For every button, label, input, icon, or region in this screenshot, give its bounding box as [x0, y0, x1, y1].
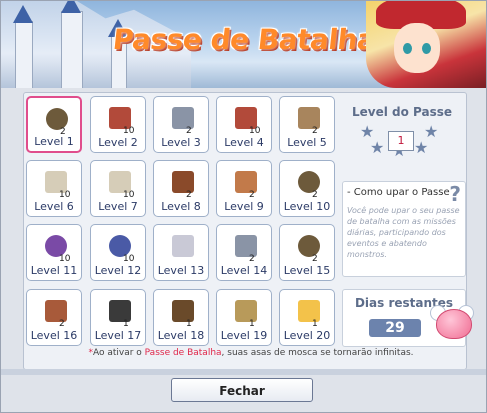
item-quantity: 10: [123, 126, 135, 136]
level-label: Level 7: [98, 200, 138, 213]
level-label: Level 17: [94, 329, 142, 342]
level-slot[interactable]: 1 Level 18: [153, 289, 209, 346]
level-slot[interactable]: 2 Level 14: [216, 224, 272, 281]
level-label: Level 15: [283, 264, 331, 277]
level-label: Level 2: [98, 136, 138, 149]
banner: Passe de Batalha: [1, 1, 486, 88]
level-label: Level 20: [283, 329, 331, 342]
level-slot[interactable]: 1 Level 19: [216, 289, 272, 346]
item-quantity: 1: [312, 319, 318, 329]
star-icon: ★: [370, 138, 385, 157]
item-quantity: 10: [123, 190, 135, 200]
item-quantity: 1: [186, 319, 192, 329]
level-slot[interactable]: 10 Level 4: [216, 96, 272, 153]
character-eye: [422, 43, 431, 54]
banner-title: Passe de Batalha: [111, 23, 378, 56]
level-slot[interactable]: 2 Level 5: [279, 96, 335, 153]
item-quantity: 2: [312, 126, 318, 136]
item-quantity: 2: [186, 190, 192, 200]
item-quantity: 2: [312, 190, 318, 200]
level-slot[interactable]: 1 Level 17: [90, 289, 146, 346]
item-quantity: 1: [249, 319, 255, 329]
content-panel: 2 Level 1 10 Level 2 2 Level 3 10 Level 4 2 Level…: [23, 92, 474, 370]
level-slot[interactable]: 2 Level 8: [153, 160, 209, 217]
level-label: Level 12: [94, 264, 142, 277]
level-label: Level 5: [287, 136, 327, 149]
level-label: Level 18: [157, 329, 205, 342]
level-label: Level 4: [224, 136, 264, 149]
note-text-after: , suas asas de mosca se tornarão infinit…: [221, 348, 414, 358]
level-label: Level 11: [30, 264, 78, 277]
level-label: Level 10: [283, 200, 331, 213]
level-label: Level 6: [34, 200, 74, 213]
level-label: Level 19: [220, 329, 268, 342]
character-face: [394, 23, 440, 73]
item-quantity: 2: [312, 254, 318, 264]
level-label: Level 14: [220, 264, 268, 277]
level-slot[interactable]: 2 Level 1: [26, 96, 82, 153]
item-quantity: 10: [249, 126, 261, 136]
angel-poring-icon: [436, 309, 472, 339]
item-quantity: 2: [249, 190, 255, 200]
item-quantity: 10: [123, 254, 135, 264]
character-illustration: [366, 1, 486, 88]
castle-tower: [15, 21, 33, 88]
days-remaining-value: 29: [369, 319, 421, 337]
note-text-before: Ao ativar o: [92, 348, 145, 358]
battle-pass-window: Passe de Batalha 2 Level 1 10 Level 2 2 Level…: [0, 0, 487, 413]
cat-ears-icon: [172, 235, 194, 257]
castle-roof: [13, 5, 33, 23]
level-label: Level 16: [30, 329, 78, 342]
note-highlight: Passe de Batalha: [144, 348, 222, 358]
item-quantity: 2: [186, 126, 192, 136]
item-quantity: 2: [249, 254, 255, 264]
help-text: Você pode upar o seu passe de batalha co…: [347, 206, 460, 259]
item-quantity: 2: [59, 319, 65, 329]
level-slot[interactable]: 10 Level 6: [26, 160, 82, 217]
level-slot[interactable]: Level 13: [153, 224, 209, 281]
level-label: Level 1: [34, 135, 74, 148]
item-quantity: 1: [123, 319, 129, 329]
pass-level-title: Level do Passe: [351, 105, 453, 119]
level-slot[interactable]: 2 Level 16: [26, 289, 82, 346]
character-eye: [403, 43, 412, 54]
castle-tower: [61, 11, 83, 88]
level-slot[interactable]: 10 Level 12: [90, 224, 146, 281]
level-slot[interactable]: 1 Level 20: [279, 289, 335, 346]
help-box: - Como upar o Passe ? Você pode upar o s…: [342, 181, 466, 277]
level-label: Level 3: [161, 136, 201, 149]
question-icon[interactable]: ?: [449, 182, 461, 206]
level-label: Level 9: [224, 200, 264, 213]
castle-roof: [61, 1, 81, 13]
star-icon: ★: [414, 138, 429, 157]
pass-level-value: 1: [388, 131, 414, 151]
days-remaining-title: Dias restantes: [354, 296, 454, 310]
level-label: Level 8: [161, 200, 201, 213]
item-quantity: 10: [59, 190, 71, 200]
item-quantity: 10: [59, 254, 71, 264]
close-button[interactable]: Fechar: [171, 378, 313, 402]
infinite-wings-note: *Ao ativar o Passe de Batalha, suas asas…: [61, 348, 441, 358]
level-label: Level 13: [157, 264, 205, 277]
level-slot[interactable]: 2 Level 3: [153, 96, 209, 153]
level-slot[interactable]: 10 Level 2: [90, 96, 146, 153]
level-slot[interactable]: 2 Level 9: [216, 160, 272, 217]
level-slot[interactable]: 2 Level 15: [279, 224, 335, 281]
level-slot[interactable]: 10 Level 11: [26, 224, 82, 281]
level-slot[interactable]: 2 Level 10: [279, 160, 335, 217]
footer-divider: [1, 369, 486, 375]
help-title: - Como upar o Passe: [347, 187, 450, 198]
level-slot[interactable]: 10 Level 7: [90, 160, 146, 217]
